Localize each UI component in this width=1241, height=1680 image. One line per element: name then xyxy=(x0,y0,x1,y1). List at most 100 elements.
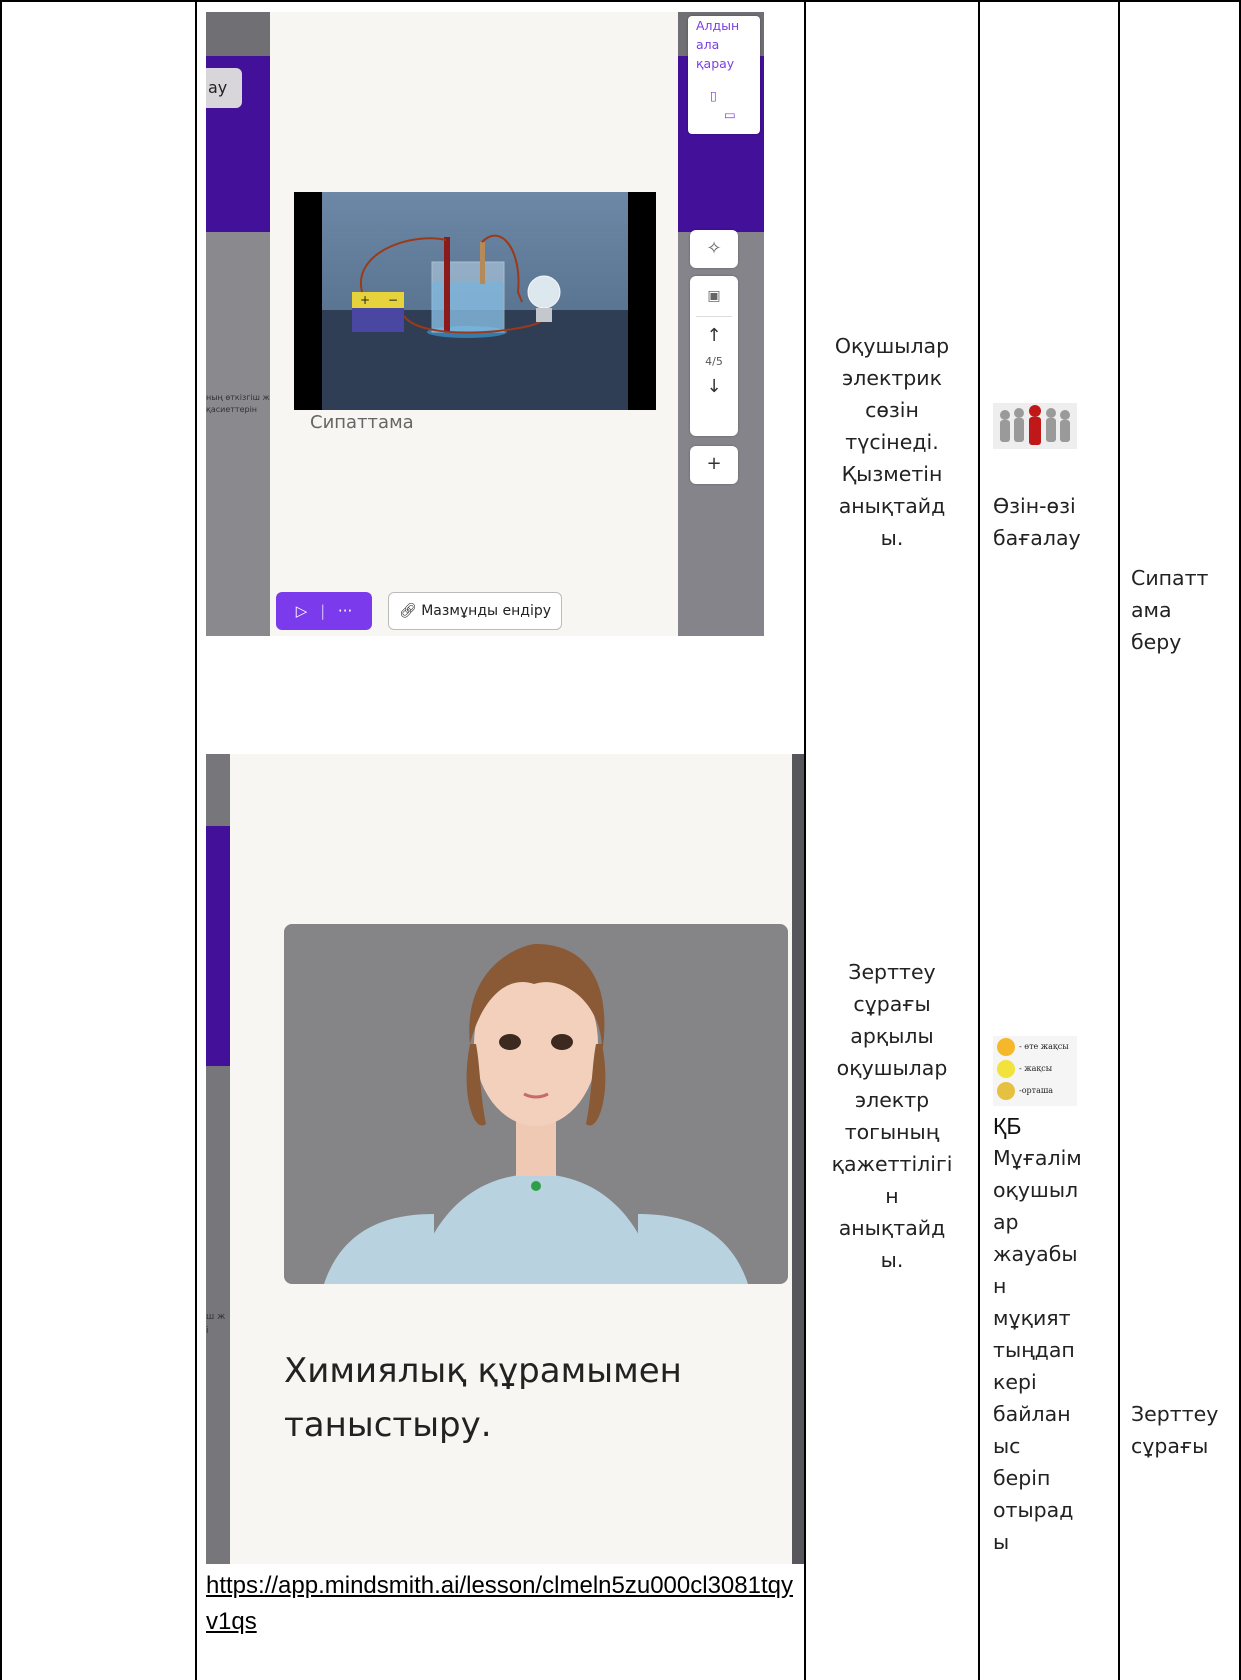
text-line: Сипатт xyxy=(1131,566,1209,590)
device-icons: ▯ ▭ xyxy=(702,86,736,124)
text-line: ы. xyxy=(880,1248,904,1272)
learning-outcome-row1: Оқушылар электрик сөзін түсінеді. Қызмет… xyxy=(808,330,976,554)
text-line: жауабы xyxy=(993,1242,1078,1266)
embed-content-button[interactable]: 🔗︎ Мазмұнды ендіру xyxy=(388,592,562,630)
right-panel xyxy=(792,754,804,1564)
ai-button[interactable]: ✧ xyxy=(690,230,738,268)
text-line: н xyxy=(993,1274,1007,1298)
resource-row1: Сипатт ама беру xyxy=(1131,562,1237,658)
preview-label: қарау xyxy=(696,56,735,71)
embed-content-label: Мазмұнды ендіру xyxy=(421,603,552,619)
preview-label: Алдын xyxy=(696,18,740,33)
arrow-down-icon[interactable]: ↓ xyxy=(690,369,738,405)
teacher-avatar-image xyxy=(324,944,748,1284)
slide-navigator: ▣ ↑ 4/5 ↓ xyxy=(690,276,738,436)
text-line: ама xyxy=(1131,598,1172,622)
table-border-col4 xyxy=(1118,0,1120,1680)
text-line: н xyxy=(885,1184,899,1208)
table-border-col1 xyxy=(195,0,197,1680)
text-line: оқушылар xyxy=(836,1056,948,1080)
text-line: мұқият xyxy=(993,1306,1071,1330)
resource-row2: Зерттеу сұрағы xyxy=(1131,1398,1237,1462)
svg-text:+: + xyxy=(360,293,370,307)
text-line: ар xyxy=(993,1210,1019,1234)
team-icon xyxy=(993,403,1077,449)
play-controls[interactable]: ▷ | ··· xyxy=(276,592,372,630)
formative-assessment-text: ҚБ Мұғалім оқушыл ар жауабы н мұқият тың… xyxy=(993,1110,1117,1558)
preview-panel[interactable]: Алдын ала қарау ▯ ▭ xyxy=(688,16,760,134)
text-line: тогының xyxy=(844,1120,940,1144)
arrow-up-icon[interactable]: ↑ xyxy=(690,317,738,355)
text-line: Өзін-өзі xyxy=(993,494,1076,518)
play-icon[interactable]: ▷ xyxy=(296,602,308,620)
text-line: тыңдап xyxy=(993,1338,1075,1362)
side-text-fragment: ның өткізгіш ж қасиеттерін xyxy=(206,392,270,416)
good-smiley-icon xyxy=(997,1060,1015,1078)
side-text-fragment: ш ж і xyxy=(206,1310,225,1338)
average-smiley-icon xyxy=(997,1082,1015,1100)
link-icon: 🔗︎ xyxy=(398,603,422,619)
text-line: Зерттеу xyxy=(848,960,936,984)
slide-page: Химиялық құрамымен таныстыру. xyxy=(230,754,792,1564)
desktop-icon[interactable]: ▭ xyxy=(716,105,736,124)
legend-label: - жақсы xyxy=(1019,1064,1053,1073)
learning-outcome-row2: Зерттеу сұрағы арқылы оқушылар электр то… xyxy=(808,956,976,1276)
left-panel xyxy=(206,232,270,636)
video-frame[interactable]: + − xyxy=(294,192,656,410)
more-icon[interactable]: ··· xyxy=(338,602,352,620)
very-good-smiley-icon xyxy=(997,1038,1015,1056)
preview-label: ала xyxy=(696,37,720,52)
svg-text:−: − xyxy=(388,293,398,307)
legend-label: - өте жақсы xyxy=(1019,1042,1069,1051)
description-caption: Сипаттама xyxy=(310,412,414,433)
text-line: беріп xyxy=(993,1466,1051,1490)
electrolysis-illustration: + − xyxy=(322,234,628,410)
text-line: кері xyxy=(993,1370,1037,1394)
text-line: анықтайд xyxy=(838,1216,946,1240)
table-top-border xyxy=(0,0,1241,2)
text-line: ы xyxy=(993,1530,1010,1554)
text-line: электр xyxy=(854,1088,930,1112)
text-line: түсінеді. xyxy=(845,430,939,454)
text-line: сұрағы xyxy=(1131,1434,1209,1458)
text-line: ы. xyxy=(880,526,904,550)
text-line: сөзін xyxy=(865,398,919,422)
lesson-screenshot-2: ш ж і Химиялық құрамымен таныстыру. xyxy=(206,754,804,1564)
text-line: байлан xyxy=(993,1402,1071,1426)
side-tab[interactable]: ау xyxy=(206,68,242,108)
table-border-col2 xyxy=(804,0,806,1680)
text-line: анықтайд xyxy=(838,494,946,518)
side-text-line: і xyxy=(206,1326,209,1336)
slide-heading-line: Химиялық құрамымен xyxy=(284,1351,682,1391)
lesson-link[interactable]: https://app.mindsmith.ai/lesson/clmeln5z… xyxy=(206,1568,796,1640)
text-line: Мұғалім xyxy=(993,1146,1082,1170)
assessment-legend: - өте жақсы - жақсы -орташа xyxy=(993,1036,1077,1106)
text-line: оқушыл xyxy=(993,1178,1079,1202)
text-line: Оқушылар xyxy=(834,334,950,358)
slide-counter: 4/5 xyxy=(705,355,723,368)
side-text-line: ш ж xyxy=(206,1312,226,1322)
text-line: сұрағы xyxy=(853,992,931,1016)
text-line: ыс xyxy=(993,1434,1021,1458)
legend-label: -орташа xyxy=(1019,1086,1054,1095)
add-slide-button[interactable]: + xyxy=(690,446,738,484)
assessment-title: ҚБ xyxy=(993,1113,1022,1139)
table-border-col3 xyxy=(978,0,980,1680)
text-line: бағалау xyxy=(993,526,1081,550)
image-icon[interactable]: ▣ xyxy=(690,276,738,316)
text-line: қажеттілігі xyxy=(831,1152,953,1176)
self-assessment-text: Өзін-өзі бағалау xyxy=(993,490,1117,554)
text-line: Зерттеу xyxy=(1131,1402,1219,1426)
side-text-line: қасиеттерін xyxy=(206,405,258,414)
table-border-left xyxy=(0,0,2,1680)
slide-heading-line: таныстыру. xyxy=(284,1405,492,1445)
slide-heading: Химиялық құрамымен таныстыру. xyxy=(284,1344,682,1452)
plus-icon: + xyxy=(706,453,722,474)
side-text-line: ның өткізгіш ж xyxy=(206,393,270,402)
phone-icon[interactable]: ▯ xyxy=(702,86,736,105)
text-line: электрик xyxy=(841,366,942,390)
text-line: беру xyxy=(1131,630,1182,654)
text-line: арқылы xyxy=(850,1024,934,1048)
electrolysis-scene-image: + − xyxy=(322,192,628,410)
avatar-video[interactable] xyxy=(284,924,788,1284)
